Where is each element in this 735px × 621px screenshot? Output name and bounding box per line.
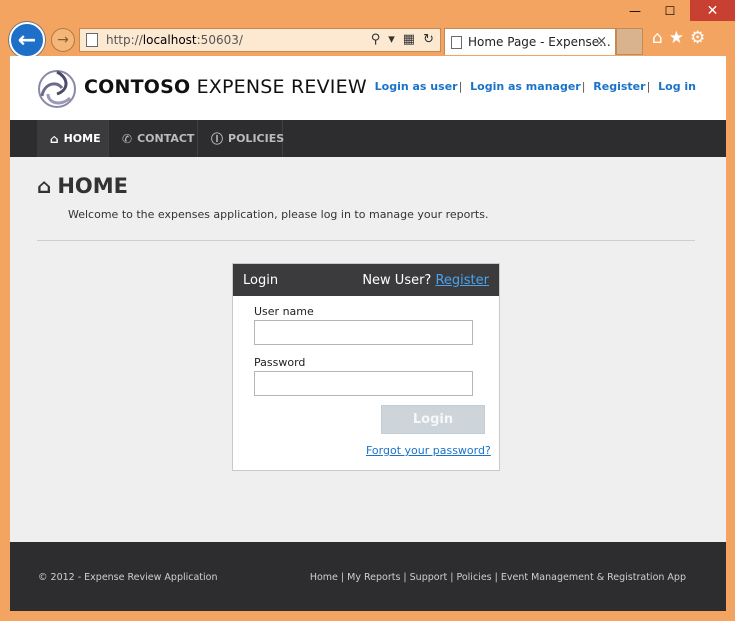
- home-icon: ⌂: [50, 131, 59, 146]
- login-panel: Login New User? Register User name Passw…: [232, 263, 500, 471]
- compatibility-icon[interactable]: ▦: [403, 32, 415, 47]
- register-link[interactable]: Register: [593, 80, 645, 93]
- header-links: Login as user| Login as manager| Registe…: [374, 80, 696, 93]
- footer-link-my-reports[interactable]: My Reports: [347, 572, 400, 583]
- login-button[interactable]: Login: [381, 405, 485, 434]
- favorites-star-icon[interactable]: ★: [669, 28, 684, 48]
- password-label: Password: [254, 356, 306, 369]
- footer-link-support[interactable]: Support: [410, 572, 448, 583]
- site-footer: © 2012 - Expense Review Application Home…: [10, 542, 726, 611]
- tab-close-icon[interactable]: ×: [596, 34, 607, 49]
- username-input[interactable]: [254, 320, 473, 345]
- page-icon: [86, 33, 98, 47]
- login-as-user-link[interactable]: Login as user: [375, 80, 458, 93]
- login-header: Login New User? Register: [233, 264, 499, 296]
- home-icon: ⌂: [37, 174, 52, 198]
- footer-links: Home | My Reports | Support | Policies |…: [309, 572, 686, 583]
- nav-item-policies[interactable]: ⓘ POLICIES: [198, 120, 284, 157]
- url-text: http://localhost:50603/: [106, 33, 243, 47]
- contoso-logo: [38, 70, 76, 108]
- forgot-password-link[interactable]: Forgot your password?: [366, 444, 491, 457]
- gear-icon[interactable]: ⚙: [690, 28, 705, 48]
- home-icon[interactable]: ⌂: [652, 28, 663, 48]
- back-button[interactable]: ←: [9, 22, 45, 58]
- info-icon: ⓘ: [211, 132, 224, 146]
- footer-link-event-management[interactable]: Event Management & Registration App: [501, 572, 686, 583]
- browser-window: — ☐ ✕ ← → http://localhost:50603/ ⚲ ▾ ▦ …: [0, 0, 735, 621]
- welcome-text: Welcome to the expenses application, ple…: [68, 208, 489, 221]
- footer-link-policies[interactable]: Policies: [456, 572, 491, 583]
- page-title: ⌂ HOME: [37, 174, 128, 198]
- page-viewport: CONTOSO EXPENSE REVIEW Login as user| Lo…: [10, 56, 726, 611]
- arrow-left-icon: ←: [17, 27, 37, 53]
- username-label: User name: [254, 305, 314, 318]
- main-nav: ⌂ HOME ✆ CONTACT ⓘ POLICIES: [10, 120, 726, 157]
- brand-title: CONTOSO EXPENSE REVIEW: [84, 76, 367, 98]
- refresh-icon[interactable]: ↻: [423, 32, 434, 47]
- close-window-button[interactable]: ✕: [690, 0, 735, 21]
- copyright: © 2012 - Expense Review Application: [38, 572, 218, 583]
- log-in-link[interactable]: Log in: [658, 80, 696, 93]
- tab-title: Home Page - Expense...: [468, 35, 611, 49]
- divider: [37, 240, 695, 241]
- nav-item-contact[interactable]: ✆ CONTACT: [109, 120, 198, 157]
- phone-icon: ✆: [122, 131, 133, 146]
- footer-link-home[interactable]: Home: [310, 572, 338, 583]
- new-tab-button[interactable]: [616, 28, 643, 55]
- address-bar[interactable]: http://localhost:50603/ ⚲ ▾ ▦ ↻: [79, 28, 441, 52]
- register-link-login[interactable]: Register: [435, 273, 489, 288]
- login-heading: Login: [243, 272, 279, 288]
- arrow-right-icon: →: [57, 32, 69, 48]
- login-as-manager-link[interactable]: Login as manager: [470, 80, 581, 93]
- dropdown-icon[interactable]: ▾: [388, 32, 395, 47]
- new-user-prompt: New User? Register: [362, 272, 489, 288]
- maximize-button[interactable]: ☐: [655, 0, 685, 22]
- password-input[interactable]: [254, 371, 473, 396]
- site-header: CONTOSO EXPENSE REVIEW Login as user| Lo…: [10, 56, 726, 120]
- forward-button[interactable]: →: [51, 28, 75, 52]
- page-icon: [451, 35, 462, 49]
- tab-home-page[interactable]: Home Page - Expense... ×: [444, 28, 616, 55]
- minimize-button[interactable]: —: [620, 0, 650, 22]
- nav-item-home[interactable]: ⌂ HOME: [37, 120, 109, 157]
- search-icon[interactable]: ⚲: [371, 32, 381, 47]
